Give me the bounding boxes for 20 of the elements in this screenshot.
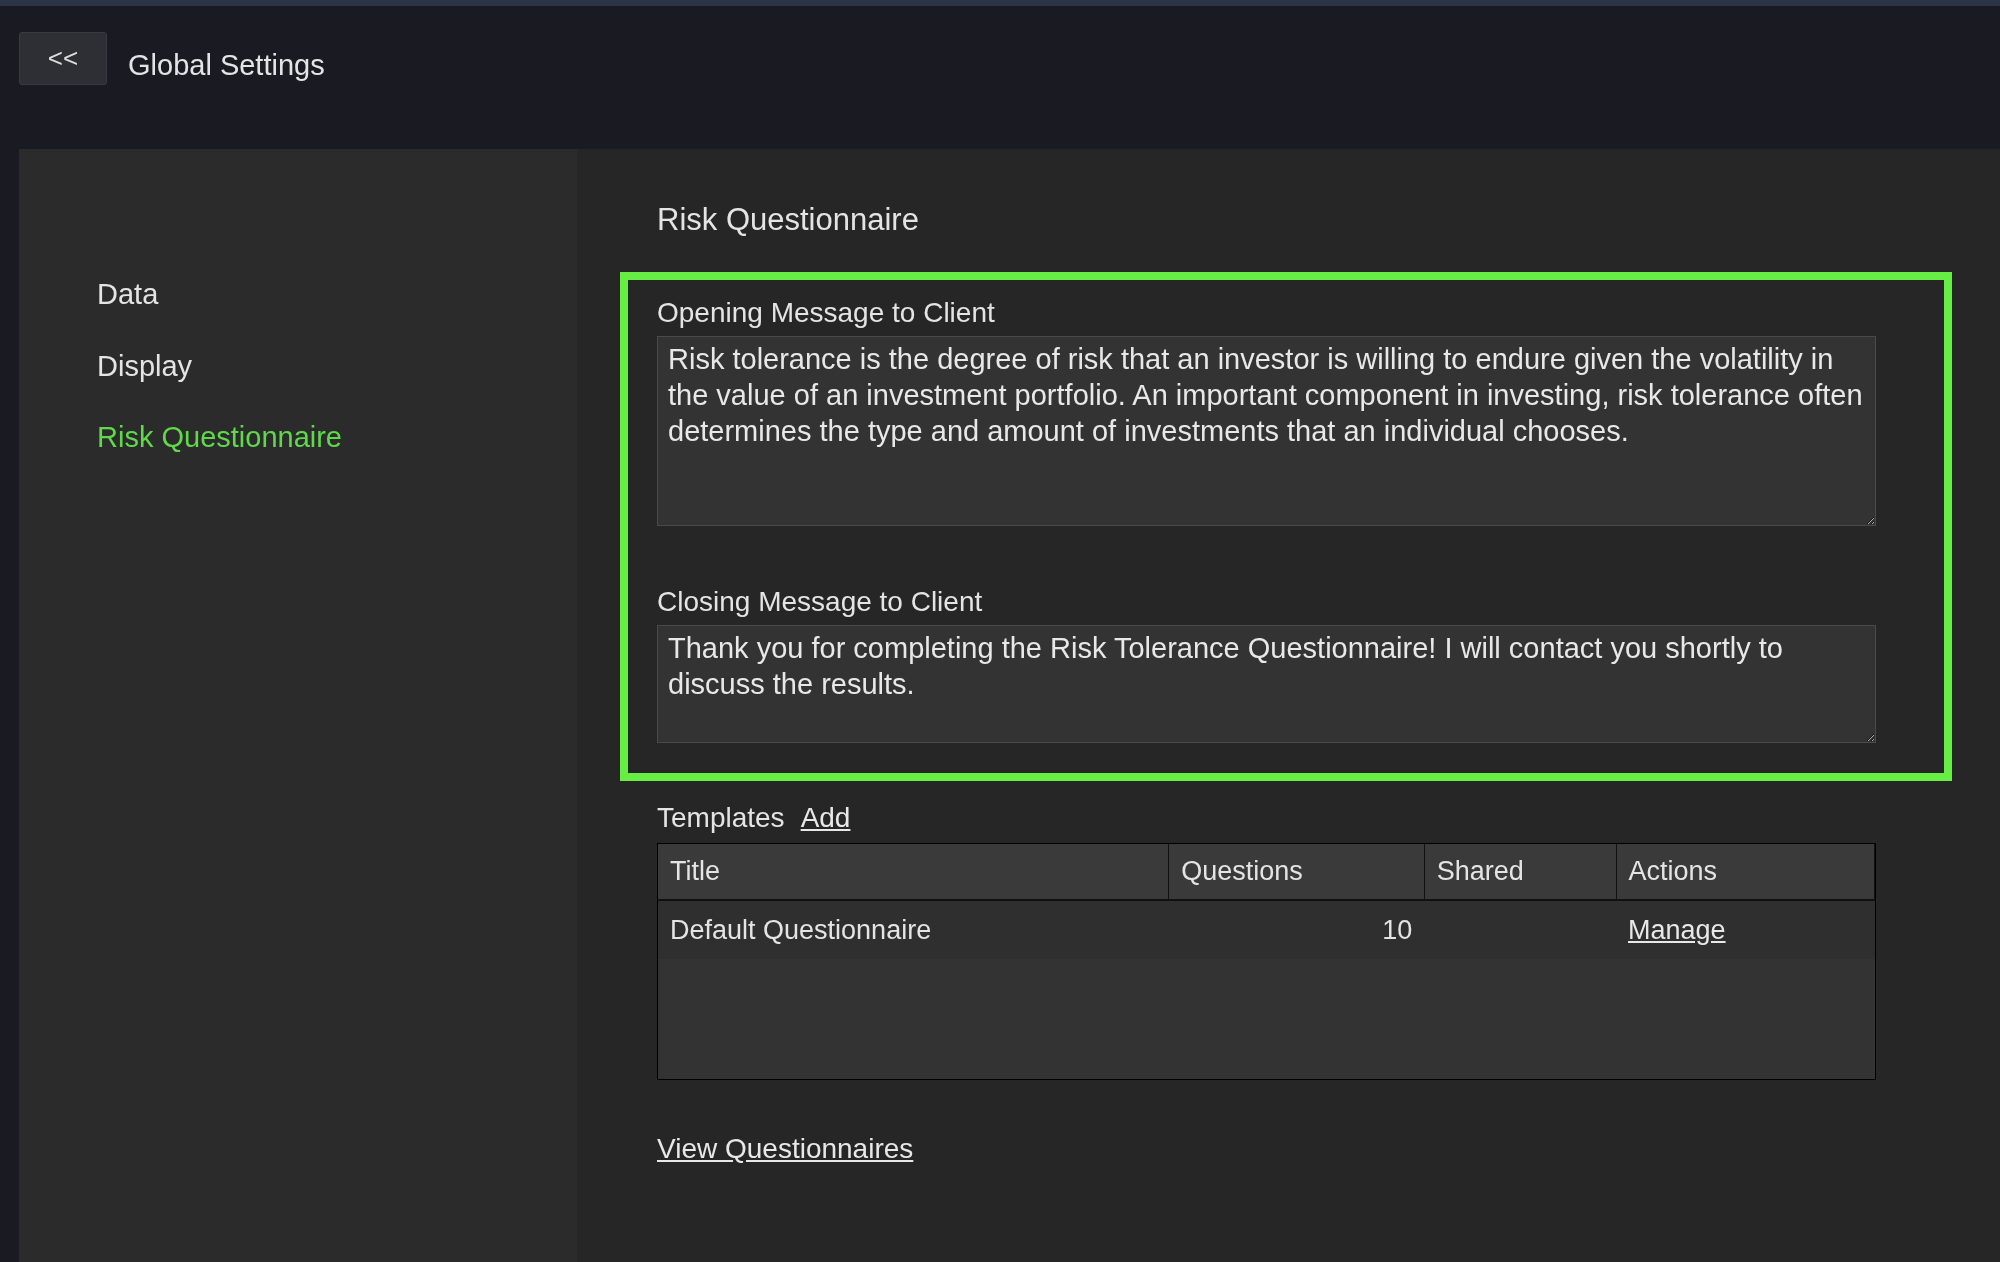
sidebar-item[interactable]: Risk Questionnaire: [78, 402, 577, 474]
back-button[interactable]: <<: [19, 32, 107, 85]
field-label: Opening Message to Client: [657, 295, 996, 330]
manage-link[interactable]: Manage: [1628, 914, 1726, 945]
page-title: Global Settings: [128, 48, 325, 83]
column-header: Actions: [1616, 843, 1875, 900]
view-questionnaires-link[interactable]: View Questionnaires: [657, 1132, 914, 1164]
table-cell: 10: [1168, 899, 1425, 959]
field-label: Closing Message to Client: [657, 585, 984, 619]
column-header: Shared: [1424, 843, 1616, 900]
sidebar-item[interactable]: Data: [78, 259, 577, 331]
templates-label: Templates: [657, 800, 785, 835]
opening-message-field[interactable]: Risk tolerance is the degree of risk that an investor is willing to endure given the volatility in the value of an investment portfolio. An important component in investing, risk tolerance often determines the type and amount of investments that an individual chooses.: [657, 335, 1876, 526]
closing-message-field[interactable]: Thank you for completing the Risk Tolerance Questionnaire! I will contact you shortly to discuss the results.: [657, 625, 1876, 743]
column-header: Questions: [1168, 843, 1425, 900]
add-link[interactable]: Add: [800, 796, 851, 839]
sidebar-item[interactable]: Display: [78, 330, 577, 402]
table-cell: Default Questionnaire: [658, 899, 1169, 959]
column-header: Title: [658, 843, 1169, 900]
section-heading: Risk Questionnaire: [657, 201, 920, 239]
